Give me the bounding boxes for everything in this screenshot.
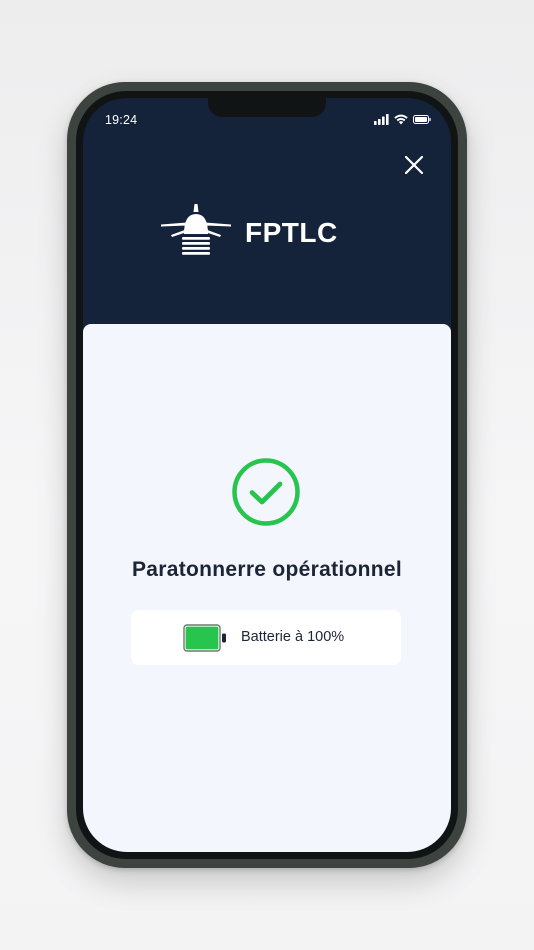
status-bar-time: 19:24 <box>105 113 138 127</box>
phone-bezel: 19:24 FPTLC Paratonnerre opérationnel Ba… <box>76 91 458 859</box>
lightning-rod-logo-icon <box>161 204 231 255</box>
status-card: Paratonnerre opérationnel Batterie à 100… <box>83 324 451 852</box>
close-icon <box>404 155 424 175</box>
brand-name: FPTLC <box>245 217 338 248</box>
battery-status-icon <box>413 114 431 124</box>
status-title: Paratonnerre opérationnel <box>131 558 403 581</box>
check-circle-icon <box>232 458 300 526</box>
status-bar-icons <box>374 113 431 125</box>
battery-label: Batterie à 100% <box>241 629 345 645</box>
page: 19:24 FPTLC Paratonnerre opérationnel Ba… <box>0 0 534 950</box>
battery-icon <box>183 624 226 652</box>
battery-status-pill: Batterie à 100% <box>131 610 401 665</box>
phone-notch <box>208 98 326 117</box>
wifi-icon <box>394 114 408 124</box>
phone-mockup-frame: 19:24 FPTLC Paratonnerre opérationnel Ba… <box>67 82 467 868</box>
phone-screen: 19:24 FPTLC Paratonnerre opérationnel Ba… <box>83 98 451 852</box>
close-button[interactable] <box>403 154 425 176</box>
brand-header: FPTLC <box>160 202 338 264</box>
signal-icon <box>374 113 389 125</box>
